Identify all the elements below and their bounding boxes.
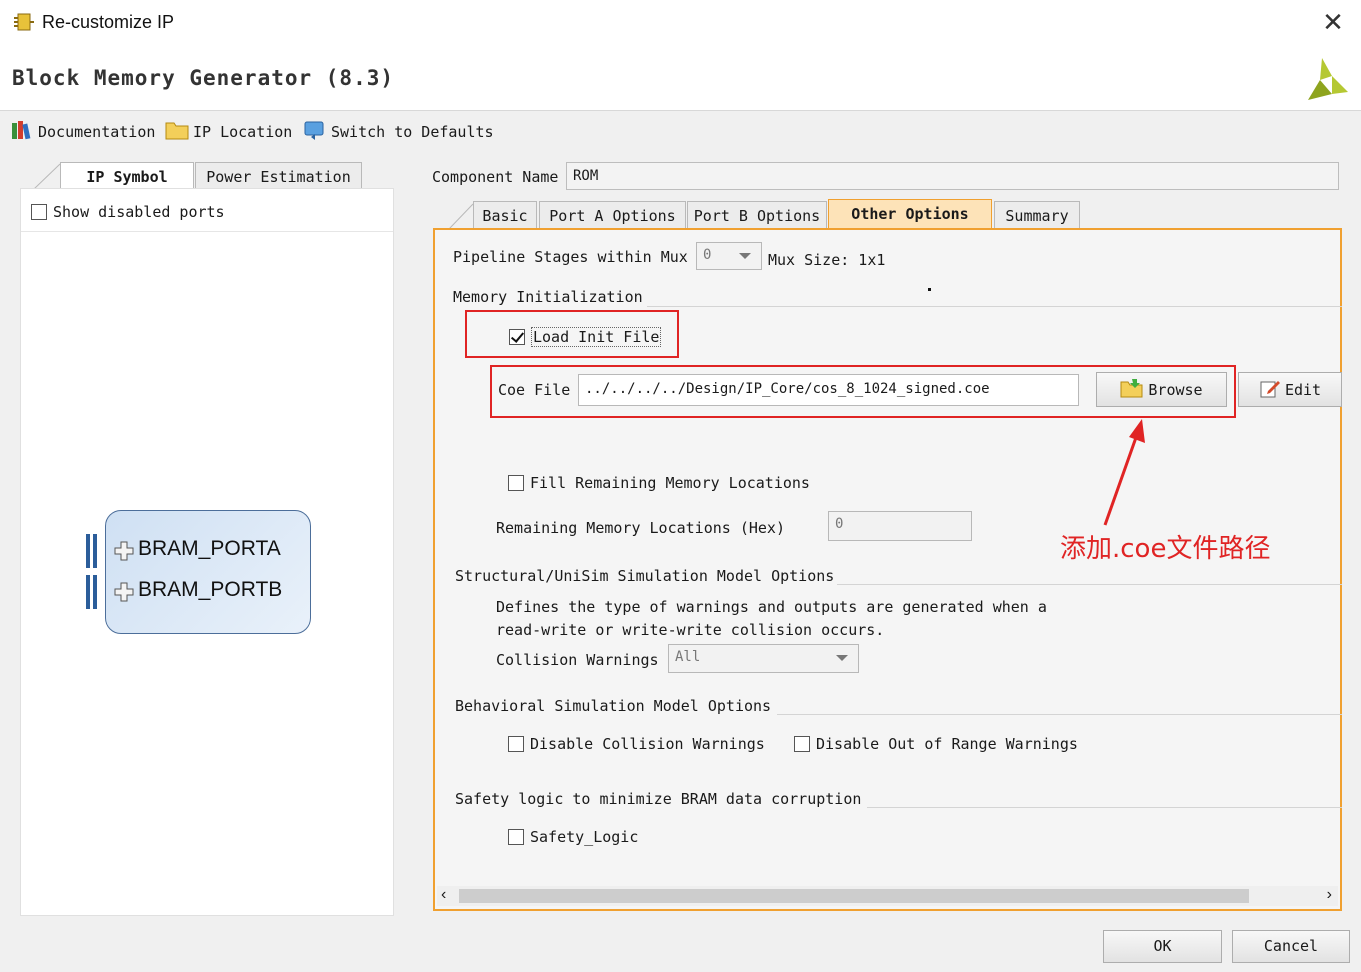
- port-a-bar-2: [93, 534, 97, 568]
- books-icon: [10, 118, 34, 146]
- bram-block-symbol: [105, 510, 311, 634]
- cancel-button[interactable]: Cancel: [1232, 930, 1350, 963]
- annotation-text: 添加.coe文件路径: [1060, 534, 1271, 564]
- component-name-label: Component Name: [432, 168, 559, 186]
- port-b-expand-icon[interactable]: [113, 581, 135, 607]
- edit-pencil-icon: [1259, 377, 1281, 403]
- tab-basic[interactable]: Basic: [473, 201, 537, 230]
- ip-location-label: IP Location: [193, 123, 293, 141]
- chevron-down-icon: [739, 253, 751, 259]
- coe-file-highlight: [490, 365, 1236, 418]
- fill-remaining-label: Fill Remaining Memory Locations: [530, 474, 810, 492]
- remaining-memory-label: Remaining Memory Locations (Hex): [496, 519, 785, 537]
- panel-divider: [21, 231, 393, 232]
- show-disabled-ports-label: Show disabled ports: [53, 203, 225, 221]
- safety-logic-row[interactable]: Safety_Logic: [508, 828, 638, 846]
- remaining-memory-input[interactable]: 0: [828, 511, 972, 541]
- disable-out-of-range-label: Disable Out of Range Warnings: [816, 735, 1078, 753]
- structural-description-2: read-write or write-write collision occu…: [496, 621, 885, 639]
- chevron-down-icon: [836, 655, 848, 661]
- section-separator: [777, 714, 1342, 715]
- tab-port-b-options[interactable]: Port B Options: [687, 201, 827, 230]
- disable-collision-row[interactable]: Disable Collision Warnings: [508, 735, 765, 753]
- ip-title: Block Memory Generator (8.3): [12, 66, 395, 90]
- behavioral-title: Behavioral Simulation Model Options: [455, 697, 772, 715]
- port-a-expand-icon[interactable]: [113, 540, 135, 566]
- dot-mark: [928, 288, 931, 291]
- window-title: Re-customize IP: [42, 12, 175, 32]
- tab-other-options[interactable]: Other Options: [828, 199, 992, 230]
- safety-title: Safety logic to minimize BRAM data corru…: [455, 790, 862, 808]
- port-a-label: BRAM_PORTA: [138, 537, 281, 560]
- ip-icon: [12, 10, 36, 38]
- port-a-bar: [86, 534, 90, 568]
- structural-title: Structural/UniSim Simulation Model Optio…: [455, 567, 835, 585]
- collision-warnings-label: Collision Warnings: [496, 651, 659, 669]
- section-separator: [647, 306, 1342, 307]
- disable-out-of-range-checkbox[interactable]: [794, 736, 810, 752]
- disable-out-of-range-row[interactable]: Disable Out of Range Warnings: [794, 735, 1078, 753]
- section-separator: [837, 584, 1342, 585]
- memory-initialization-title: Memory Initialization: [453, 288, 643, 306]
- switch-defaults-button[interactable]: Switch to Defaults: [303, 120, 494, 144]
- header: Block Memory Generator (8.3): [0, 46, 1361, 111]
- port-b-label: BRAM_PORTB: [138, 578, 283, 601]
- edit-label: Edit: [1284, 380, 1322, 399]
- show-disabled-ports-row[interactable]: Show disabled ports: [31, 203, 225, 221]
- switch-defaults-label: Switch to Defaults: [331, 123, 494, 141]
- structural-description-1: Defines the type of warnings and outputs…: [496, 598, 1047, 616]
- folder-icon: [165, 119, 189, 145]
- disable-collision-checkbox[interactable]: [508, 736, 524, 752]
- section-separator: [867, 807, 1342, 808]
- pipeline-stages-value: 0: [703, 247, 712, 263]
- pipeline-label: Pipeline Stages within Mux: [453, 248, 688, 266]
- refresh-icon: [303, 119, 327, 145]
- horizontal-scrollbar[interactable]: ‹ ›: [437, 886, 1338, 906]
- safety-logic-checkbox[interactable]: [508, 829, 524, 845]
- tab-summary[interactable]: Summary: [994, 201, 1080, 230]
- collision-warnings-value: All: [675, 649, 701, 665]
- ip-location-button[interactable]: IP Location: [165, 120, 292, 144]
- pipeline-stages-select[interactable]: 0: [696, 242, 762, 270]
- port-b-bar-2: [93, 575, 97, 609]
- documentation-label: Documentation: [38, 123, 156, 141]
- documentation-button[interactable]: Documentation: [10, 120, 155, 144]
- title-bar: Re-customize IP ✕: [0, 0, 1361, 46]
- xilinx-logo-icon: [1302, 54, 1352, 108]
- tab-power-estimation[interactable]: Power Estimation: [195, 162, 362, 191]
- scrollbar-thumb[interactable]: [459, 889, 1249, 903]
- edit-button[interactable]: Edit: [1238, 372, 1342, 407]
- scroll-right-icon[interactable]: ›: [1327, 886, 1332, 904]
- tab-ip-symbol[interactable]: IP Symbol: [60, 162, 194, 191]
- safety-logic-label: Safety_Logic: [530, 828, 639, 846]
- fill-remaining-checkbox[interactable]: [508, 475, 524, 491]
- collision-warnings-select[interactable]: All: [668, 644, 859, 673]
- mux-size-label: Mux Size: 1x1: [768, 251, 886, 269]
- disable-collision-label: Disable Collision Warnings: [530, 735, 765, 753]
- port-b-bar: [86, 575, 90, 609]
- show-disabled-ports-checkbox[interactable]: [31, 204, 47, 220]
- load-init-highlight: [465, 310, 679, 358]
- scroll-left-icon[interactable]: ‹: [441, 886, 446, 904]
- fill-remaining-row[interactable]: Fill Remaining Memory Locations: [508, 474, 810, 492]
- left-tab-strip: IP Symbol Power Estimation: [20, 160, 392, 191]
- annotation-arrow: [1103, 419, 1145, 526]
- component-name-input[interactable]: ROM: [566, 162, 1339, 190]
- ok-button[interactable]: OK: [1103, 930, 1222, 963]
- close-button[interactable]: ✕: [1319, 8, 1347, 36]
- tab-port-a-options[interactable]: Port A Options: [539, 201, 686, 230]
